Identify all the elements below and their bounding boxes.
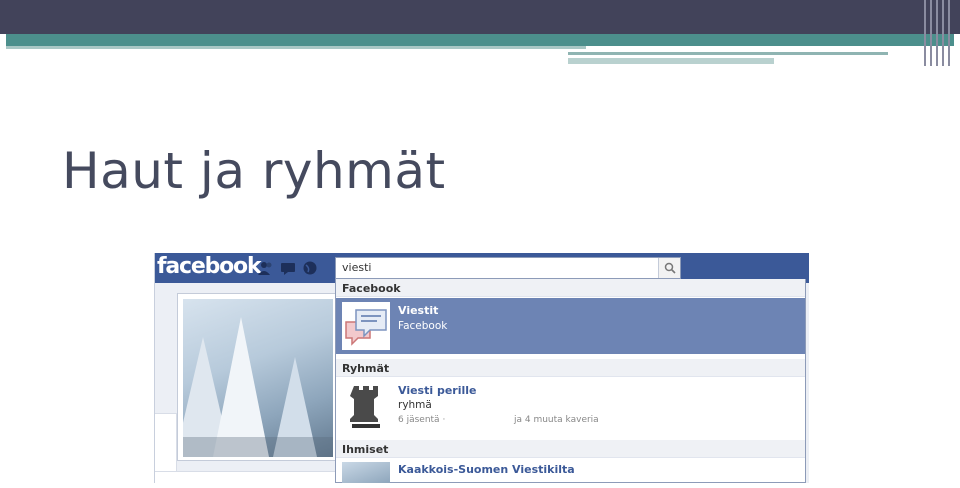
result-title: Viesti perille [398,384,477,397]
result-title: Kaakkois-Suomen Viestikilta [398,463,575,476]
section-header-groups: Ryhmät [336,359,805,377]
facebook-screenshot: facebook viesti Facebook Viestit Faceboo… [154,253,809,483]
result-friends-text: ja 4 muuta kaveria [514,415,599,425]
slide-header-decoration [0,0,960,70]
slide-title: Haut ja ryhmät [62,142,446,200]
profile-picture-card [177,293,337,461]
search-suggestions-dropdown: Facebook Viestit Facebook Ryhmät Viesti … [335,279,806,483]
search-icon [664,262,676,274]
jewel-icons [258,261,318,275]
profile-thumb [342,462,390,483]
header-stripes [922,0,954,66]
result-member-count: 6 jäsentä · [398,415,446,425]
search-input[interactable]: viesti [342,261,371,274]
left-panel-edge [155,413,177,473]
profile-photo[interactable] [183,299,333,457]
header-light-line [568,52,888,55]
search-result-viestit[interactable]: Viestit Facebook [336,298,805,354]
rook-icon [342,382,390,430]
result-subtitle: ryhmä [398,399,432,411]
header-dark-bar [0,0,960,34]
search-button[interactable] [658,258,680,278]
result-subtitle: Facebook [398,320,448,332]
search-result-viesti-perille[interactable]: Viesti perille ryhmä 6 jäsentä · ja 4 mu… [336,378,805,436]
section-header-people: Ihmiset [336,440,805,458]
section-header-facebook: Facebook [336,279,805,297]
facebook-logo[interactable]: facebook [157,254,262,279]
messages-icon [342,302,390,350]
result-title: Viestit [398,304,439,317]
page-right-edge [806,283,809,483]
header-light-line [568,58,774,64]
search-box[interactable]: viesti [335,257,681,279]
header-teal-bar [6,34,954,46]
notifications-globe-icon[interactable] [302,261,318,275]
messages-jewel-icon[interactable] [280,261,296,275]
header-light-line [6,46,586,49]
search-result-kaakkois-suomen-viestikilta[interactable]: Kaakkois-Suomen Viestikilta [336,459,805,483]
friend-requests-icon[interactable] [258,261,274,275]
profile-links-strip [155,471,335,483]
